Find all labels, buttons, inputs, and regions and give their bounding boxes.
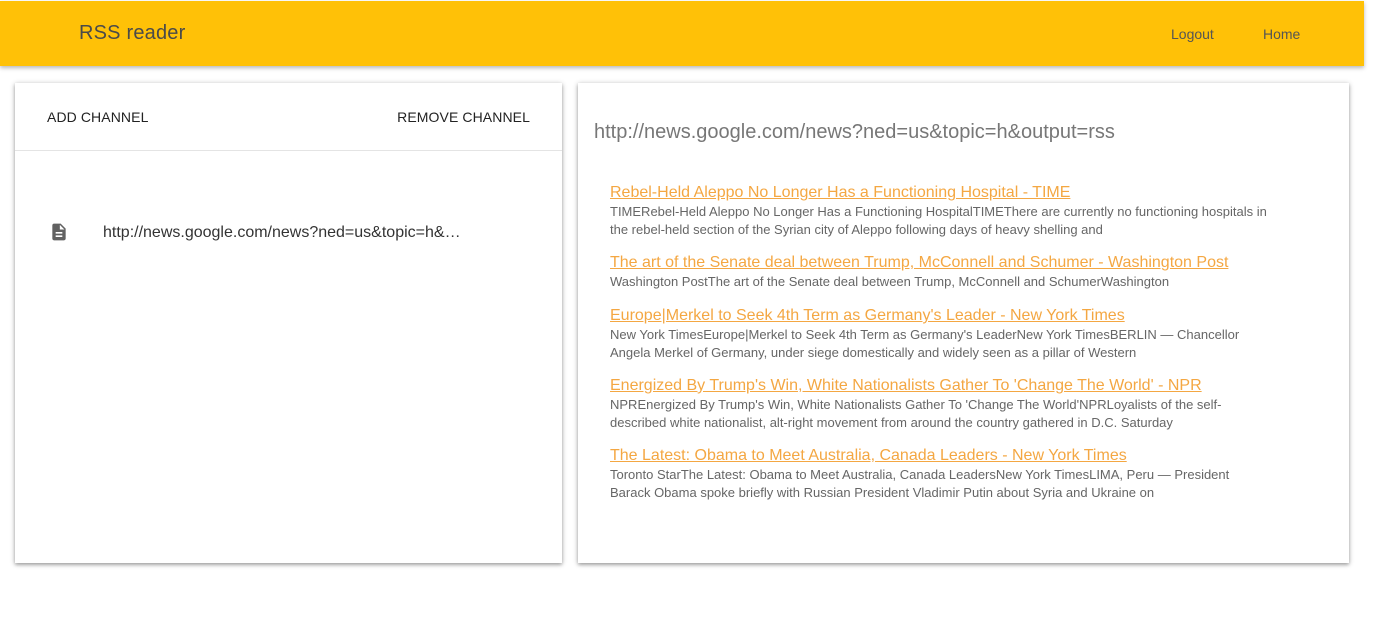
add-channel-button[interactable]: ADD CHANNEL <box>47 109 148 125</box>
feed-item-link[interactable]: The art of the Senate deal between Trump… <box>610 253 1272 273</box>
feed-item: The Latest: Obama to Meet Australia, Can… <box>610 446 1272 500</box>
feed-item-description: Washington PostThe art of the Senate dea… <box>610 274 1170 289</box>
channels-panel: ADD CHANNEL REMOVE CHANNEL http://news.g… <box>15 83 562 563</box>
logout-button[interactable]: Logout <box>1171 26 1214 42</box>
channel-url: http://news.google.com/news?ned=us&topic… <box>103 224 463 241</box>
home-button[interactable]: Home <box>1263 26 1300 42</box>
feed-item-description: TIMERebel-Held Aleppo No Longer Has a Fu… <box>610 204 1267 237</box>
app-title: RSS reader <box>79 22 186 44</box>
feed-item: Rebel-Held Aleppo No Longer Has a Functi… <box>610 183 1272 237</box>
channel-list-item[interactable]: http://news.google.com/news?ned=us&topic… <box>15 216 562 248</box>
feed-item-link[interactable]: The Latest: Obama to Meet Australia, Can… <box>610 446 1272 466</box>
feed-item-link[interactable]: Energized By Trump's Win, White National… <box>610 376 1272 396</box>
feed-item-description: NPREnergized By Trump's Win, White Natio… <box>610 397 1222 430</box>
channel-actions: ADD CHANNEL REMOVE CHANNEL <box>15 83 562 151</box>
feed-item: Energized By Trump's Win, White National… <box>610 376 1272 430</box>
feed-item: The art of the Senate deal between Trump… <box>610 253 1272 290</box>
document-icon <box>49 222 69 242</box>
remove-channel-button[interactable]: REMOVE CHANNEL <box>397 109 530 125</box>
app-header: RSS reader Logout Home <box>0 1 1364 66</box>
feed-item-description: New York TimesEurope|Merkel to Seek 4th … <box>610 327 1240 360</box>
feed-item-description: Toronto StarThe Latest: Obama to Meet Au… <box>610 467 1230 500</box>
feed-item-link[interactable]: Europe|Merkel to Seek 4th Term as German… <box>610 306 1272 326</box>
feed-panel: http://news.google.com/news?ned=us&topic… <box>578 83 1349 563</box>
feed-item-link[interactable]: Rebel-Held Aleppo No Longer Has a Functi… <box>610 183 1272 203</box>
feed-item: Europe|Merkel to Seek 4th Term as German… <box>610 306 1272 360</box>
feed-url-heading: http://news.google.com/news?ned=us&topic… <box>594 121 1115 143</box>
feed-list: Rebel-Held Aleppo No Longer Has a Functi… <box>610 183 1272 516</box>
